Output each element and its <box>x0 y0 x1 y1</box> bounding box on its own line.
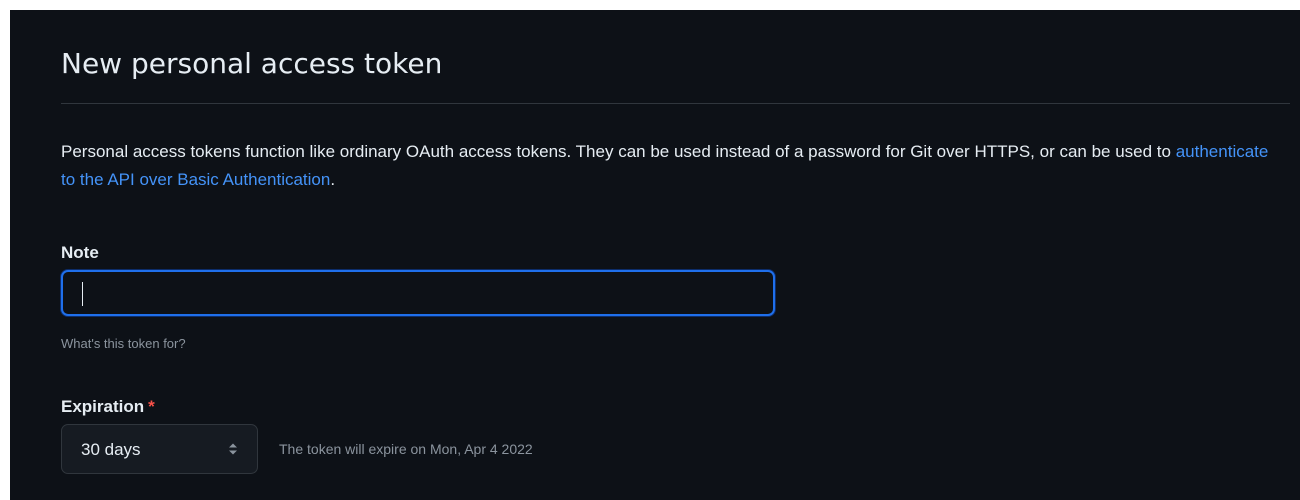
note-input[interactable] <box>61 270 775 316</box>
required-marker: * <box>148 397 155 416</box>
text-caret <box>82 282 83 306</box>
note-label: Note <box>61 243 99 262</box>
expiration-label: Expiration * <box>61 396 155 418</box>
expiration-select[interactable]: 30 days <box>61 424 258 474</box>
page-title: New personal access token <box>61 47 443 80</box>
title-divider <box>61 103 1290 104</box>
expiration-label-text: Expiration <box>61 397 145 416</box>
intro-paragraph: Personal access tokens function like ord… <box>61 138 1281 194</box>
expiration-select-value: 30 days <box>81 440 141 459</box>
expiration-message: The token will expire on Mon, Apr 4 2022 <box>279 441 533 457</box>
note-hint: What's this token for? <box>61 336 186 351</box>
intro-text-end: . <box>330 170 336 189</box>
intro-text: Personal access tokens function like ord… <box>61 142 1176 161</box>
chevron-up-down-icon <box>229 442 237 456</box>
